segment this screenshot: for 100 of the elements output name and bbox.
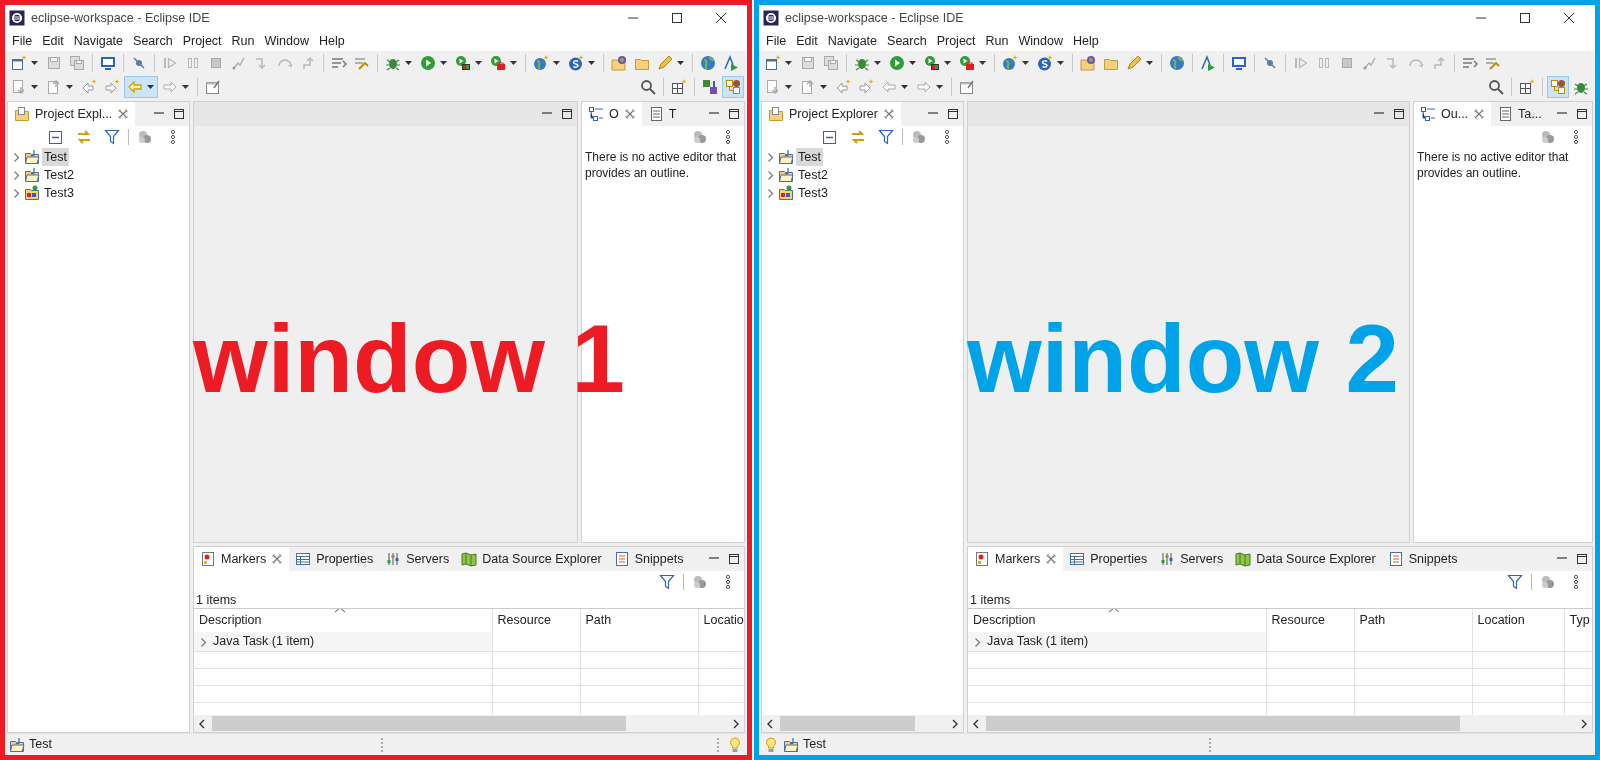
window-plus-icon xyxy=(1519,79,1535,95)
menu-item[interactable]: Search xyxy=(128,31,178,51)
arrow-left-icon xyxy=(127,79,143,95)
caret-icon xyxy=(588,60,595,66)
chevron-right-icon[interactable] xyxy=(973,636,983,647)
view-tab[interactable]: Properties xyxy=(289,547,380,571)
chevron-right-icon[interactable] xyxy=(12,152,22,162)
tree-item[interactable]: Test2 xyxy=(796,165,830,185)
document-arrow-down-icon xyxy=(765,79,781,95)
menu-item[interactable]: Search xyxy=(882,31,932,51)
map-icon xyxy=(1235,551,1252,567)
perspective-button[interactable] xyxy=(722,76,744,98)
play-square-icon xyxy=(924,55,940,71)
perspective-button[interactable] xyxy=(1547,76,1569,98)
collapse-all-icon xyxy=(48,129,64,145)
view-tab[interactable]: Snippets xyxy=(607,547,690,571)
menu-item[interactable]: Edit xyxy=(791,31,823,51)
view-tab[interactable]: Markers xyxy=(194,547,290,571)
scrollbar-thumb[interactable] xyxy=(986,716,1460,731)
view-tab[interactable]: Snippets xyxy=(1381,547,1464,571)
step-return-icon xyxy=(1431,55,1447,71)
menu-item[interactable]: Window xyxy=(259,31,314,51)
view-tab[interactable]: Servers xyxy=(379,547,456,571)
tree-item[interactable]: Test xyxy=(796,147,823,167)
arrow-left-button[interactable] xyxy=(124,76,158,98)
menu-item[interactable]: Project xyxy=(931,31,981,51)
tree-item[interactable]: Test3 xyxy=(796,183,830,203)
column-header[interactable]: Path xyxy=(580,609,698,632)
crossed-dot-icon xyxy=(1262,55,1278,71)
column-header[interactable]: Path xyxy=(1354,609,1472,632)
view-tab[interactable]: Project Explorer xyxy=(762,102,901,126)
view-tab[interactable]: Servers xyxy=(1153,547,1230,571)
tree-item[interactable]: Test2 xyxy=(42,165,76,185)
view-tab[interactable]: Markers xyxy=(968,547,1064,571)
scrollbar-thumb[interactable] xyxy=(780,716,916,731)
step-return-icon xyxy=(300,55,316,71)
maximize-icon xyxy=(561,108,573,120)
document-arrow-up-icon xyxy=(46,79,62,95)
pebbles-icon xyxy=(1540,574,1556,590)
caret-icon xyxy=(66,84,73,90)
chevron-right-icon[interactable] xyxy=(12,188,22,198)
chevron-right-icon[interactable] xyxy=(199,636,209,647)
pebbles-icon xyxy=(692,129,708,145)
caret-icon xyxy=(1022,60,1029,66)
pencil-icon xyxy=(1126,55,1142,71)
tree-item[interactable]: Test xyxy=(42,147,69,167)
menu-item[interactable]: Window xyxy=(1013,31,1068,51)
chevron-left-icon xyxy=(765,718,775,729)
play-square-icon xyxy=(455,55,471,71)
scrollbar-thumb[interactable] xyxy=(212,716,627,731)
chevron-right-icon[interactable] xyxy=(12,170,22,180)
column-header[interactable]: Resource xyxy=(1266,609,1354,632)
menu-item[interactable]: Help xyxy=(1067,31,1104,51)
column-header[interactable]: Resource xyxy=(492,609,580,632)
tree-item[interactable]: Test3 xyxy=(42,183,76,203)
status-text: Test xyxy=(803,736,826,754)
table-icon xyxy=(1069,551,1086,567)
resume-icon xyxy=(1293,55,1309,71)
menu-item[interactable]: Navigate xyxy=(822,31,883,51)
chevron-left-icon xyxy=(971,718,981,729)
view-tab[interactable]: Data Source Explorer xyxy=(1229,547,1382,571)
chevron-right-icon[interactable] xyxy=(766,188,776,198)
arrow-right-icon xyxy=(916,79,932,95)
view-tab[interactable]: T xyxy=(641,102,683,126)
menu-item[interactable]: Navigate xyxy=(68,31,129,51)
sliders-icon xyxy=(1159,551,1176,567)
view-tab[interactable]: Properties xyxy=(1063,547,1154,571)
maximize-icon xyxy=(1576,553,1588,565)
maximize-icon xyxy=(671,12,683,24)
menu-item[interactable]: File xyxy=(761,31,792,51)
project-folder-icon xyxy=(778,167,794,183)
pin-window-icon xyxy=(205,79,221,95)
column-header[interactable]: Typ xyxy=(1564,609,1592,632)
new-window-icon xyxy=(765,55,781,71)
play-pen-icon xyxy=(1200,55,1216,71)
document-list-icon xyxy=(1387,551,1404,567)
view-tab[interactable]: Data Source Explorer xyxy=(455,547,608,571)
view-tab[interactable]: Ta... xyxy=(1491,102,1548,126)
outline-icon xyxy=(1420,106,1436,122)
view-tab[interactable]: Project Expl... xyxy=(8,102,136,126)
chevron-right-icon[interactable] xyxy=(766,152,776,162)
pebbles-icon xyxy=(137,129,153,145)
menu-item[interactable]: Help xyxy=(313,31,350,51)
menu-item[interactable]: Run xyxy=(980,31,1014,51)
menu-item[interactable]: File xyxy=(7,31,38,51)
two-arrows-icon xyxy=(76,129,92,145)
project-folder-icon xyxy=(778,185,794,201)
menu-item[interactable]: Project xyxy=(177,31,227,51)
chevron-right-icon xyxy=(731,718,741,729)
menu-item[interactable]: Run xyxy=(226,31,260,51)
chevron-left-icon xyxy=(197,718,207,729)
arrow-left-star-icon xyxy=(835,79,851,95)
view-tab[interactable]: Ou... xyxy=(1414,102,1492,126)
column-header[interactable]: Location xyxy=(1472,609,1564,632)
menu-item[interactable]: Edit xyxy=(37,31,69,51)
sliders-icon xyxy=(385,551,402,567)
map-icon xyxy=(461,551,478,567)
maximize-icon xyxy=(1393,108,1405,120)
view-tab[interactable]: O xyxy=(582,102,642,126)
chevron-right-icon[interactable] xyxy=(766,170,776,180)
